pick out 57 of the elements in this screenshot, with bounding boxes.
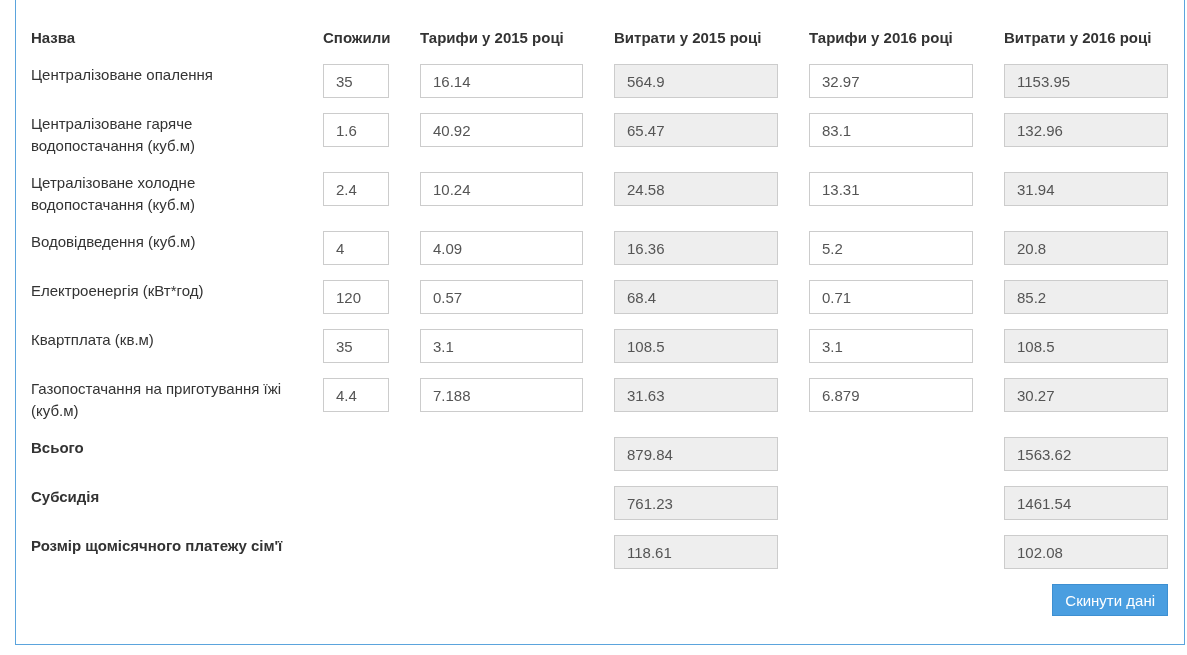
total-field[interactable]: 118.61: [614, 535, 778, 569]
cost-field[interactable]: 1153.95: [1004, 64, 1168, 98]
consumed-field[interactable]: 2.4: [323, 172, 389, 206]
row-label: Квартплата (кв.м): [31, 330, 155, 350]
total-field[interactable]: 1461.54: [1004, 486, 1168, 520]
tariff-field[interactable]: 0.71: [809, 280, 973, 314]
row-label: Електроенергія (кВт*год): [31, 281, 205, 301]
cost-field[interactable]: 24.58: [614, 172, 778, 206]
row-label: Цетралізоване холодне водопостачання (куб.м): [31, 173, 197, 215]
cost-field[interactable]: 65.47: [614, 113, 778, 147]
column-header: Тарифи у 2016 році: [809, 28, 954, 48]
tariff-field[interactable]: 3.1: [809, 329, 973, 363]
total-label: Всього: [31, 438, 85, 458]
cost-field[interactable]: 20.8: [1004, 231, 1168, 265]
cost-field[interactable]: 68.4: [614, 280, 778, 314]
consumed-field[interactable]: 120: [323, 280, 389, 314]
cost-field[interactable]: 132.96: [1004, 113, 1168, 147]
cost-field[interactable]: 30.27: [1004, 378, 1168, 412]
consumed-field[interactable]: 4: [323, 231, 389, 265]
consumed-field[interactable]: 35: [323, 64, 389, 98]
tariff-field[interactable]: 40.92: [420, 113, 583, 147]
cost-field[interactable]: 108.5: [614, 329, 778, 363]
tariff-field[interactable]: 3.1: [420, 329, 583, 363]
row-label: Централізоване гаряче водопостачання (куб.м): [31, 114, 197, 156]
total-label: Субсидія: [31, 487, 101, 507]
tariff-field[interactable]: 7.188: [420, 378, 583, 412]
column-header: Спожили: [323, 28, 389, 48]
tariff-field[interactable]: 32.97: [809, 64, 973, 98]
tariff-field[interactable]: 13.31: [809, 172, 973, 206]
row-label: Водовідведення (куб.м): [31, 232, 197, 252]
consumed-field[interactable]: 4.4: [323, 378, 389, 412]
tariff-field[interactable]: 16.14: [420, 64, 583, 98]
cost-field[interactable]: 16.36: [614, 231, 778, 265]
column-header: Назва: [31, 28, 77, 48]
cost-field[interactable]: 108.5: [1004, 329, 1168, 363]
tariff-field[interactable]: 83.1: [809, 113, 973, 147]
cost-field[interactable]: 31.94: [1004, 172, 1168, 206]
cost-field[interactable]: 564.9: [614, 64, 778, 98]
tariff-field[interactable]: 4.09: [420, 231, 583, 265]
total-label: Розмір щомісячного платежу сім'ї: [31, 536, 284, 556]
column-header: Витрати у 2015 році: [614, 28, 763, 48]
tariff-field[interactable]: 10.24: [420, 172, 583, 206]
consumed-field[interactable]: 35: [323, 329, 389, 363]
row-label: Газопостачання на приготування їжі (куб.м): [31, 379, 283, 421]
tariff-field[interactable]: 6.879: [809, 378, 973, 412]
consumed-field[interactable]: 1.6: [323, 113, 389, 147]
column-header: Тарифи у 2015 році: [420, 28, 565, 48]
cost-field[interactable]: 31.63: [614, 378, 778, 412]
total-field[interactable]: 1563.62: [1004, 437, 1168, 471]
column-header: Витрати у 2016 році: [1004, 28, 1153, 48]
total-field[interactable]: 761.23: [614, 486, 778, 520]
row-label: Централізоване опалення: [31, 65, 214, 85]
total-field[interactable]: 879.84: [614, 437, 778, 471]
cost-field[interactable]: 85.2: [1004, 280, 1168, 314]
total-field[interactable]: 102.08: [1004, 535, 1168, 569]
tariff-field[interactable]: 5.2: [809, 231, 973, 265]
tariff-field[interactable]: 0.57: [420, 280, 583, 314]
